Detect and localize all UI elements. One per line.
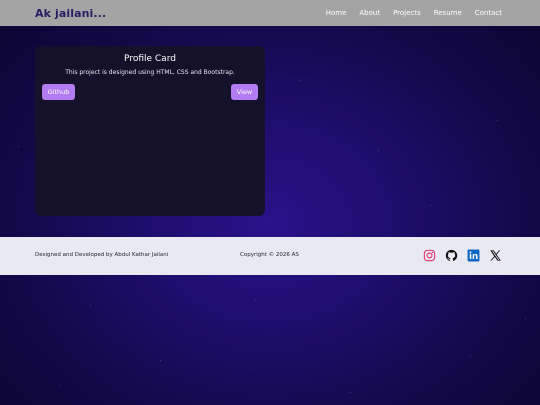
view-button[interactable]: View (231, 84, 258, 100)
nav-link-contact[interactable]: Contact (475, 9, 502, 17)
linkedin-icon[interactable] (467, 249, 480, 262)
brand-logo[interactable]: Ak jailani... (35, 7, 106, 20)
social-links (423, 249, 511, 262)
nav-link-projects[interactable]: Projects (393, 9, 421, 17)
footer-copyright: Copyright © 2026 AS (240, 252, 299, 258)
footer-credits: Designed and Developed by Abdul Kathar J… (35, 252, 169, 258)
nav-links: Home About Projects Resume Contact (313, 9, 502, 17)
nav-link-about[interactable]: About (359, 9, 380, 17)
card-title: Profile Card (124, 54, 176, 64)
project-card: Profile Card This project is designed us… (35, 46, 265, 216)
navbar: Ak jailani... Home About Projects Resume… (0, 0, 540, 26)
nav-link-resume[interactable]: Resume (434, 9, 462, 17)
card-description: This project is designed using HTML, CSS… (65, 69, 235, 76)
instagram-icon[interactable] (423, 249, 436, 262)
footer: Designed and Developed by Abdul Kathar J… (0, 237, 540, 275)
github-button[interactable]: Github (42, 84, 75, 100)
github-icon[interactable] (445, 249, 458, 262)
nav-link-home[interactable]: Home (326, 9, 347, 17)
x-icon[interactable] (489, 249, 502, 262)
